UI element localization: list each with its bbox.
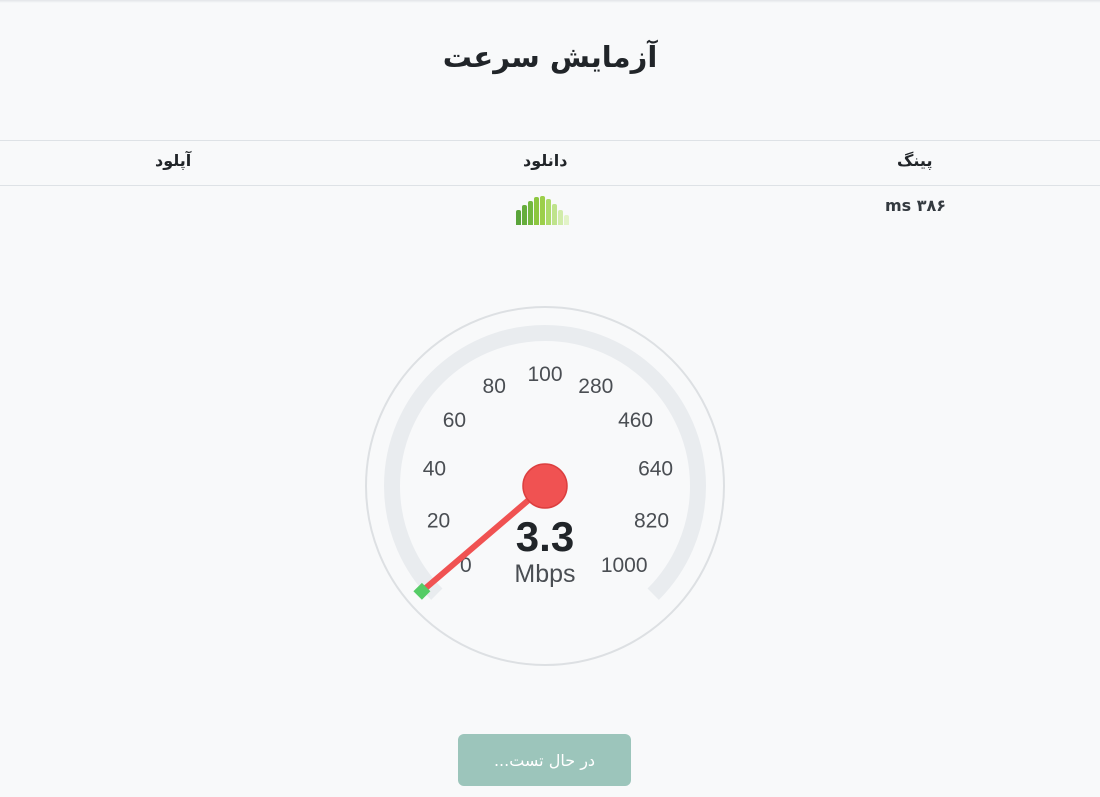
results-table: پینگ دانلود آپلود ms ۳۸۶ [0,140,1100,236]
gauge-tick-label: 820 [634,510,669,533]
download-activity-bar [558,210,563,225]
download-activity-bar [516,210,521,225]
testing-status-button[interactable]: در حال تست... [458,734,631,786]
gauge-needle-hub [522,463,568,509]
speed-gauge-dial: 0204060801002804606408201000 [365,306,725,666]
speed-value: 3.3 [515,513,575,560]
download-activity-bar [546,199,551,225]
speed-gauge: 0 20 40 60 80 100 280 460 640 820 1000 [365,306,725,666]
gauge-tick-label: 280 [578,375,613,398]
download-activity-indicator [516,196,574,225]
gauge-tick-label: 100 [527,363,562,386]
gauge-tick-label: 60 [443,409,466,432]
results-value-row: ms ۳۸۶ [0,186,1100,236]
download-activity-bar [564,215,569,225]
download-activity-bar [534,197,539,225]
gauge-tick-label: 80 [483,375,506,398]
page-title: آزمایش سرعت [442,40,658,74]
gauge-tick-label: 460 [618,409,653,432]
speed-unit: Mbps [514,560,576,588]
gauge-tick-label: 640 [638,458,673,481]
gauge-tick-label: 20 [427,510,450,533]
ping-label: پینگ [897,151,933,170]
download-activity-bar [552,204,557,225]
top-shadow [0,0,1100,3]
download-activity-bar [528,201,533,225]
ping-value: ms ۳۸۶ [885,196,947,215]
gauge-tick-label: 40 [423,458,446,481]
download-activity-bar [522,205,527,225]
download-activity-bar [540,196,545,225]
results-header-row: پینگ دانلود آپلود [0,140,1100,186]
download-label: دانلود [523,151,568,170]
upload-label: آپلود [155,151,192,170]
speed-test-page: آزمایش سرعت پینگ دانلود آپلود ms ۳۸۶ 0 20… [0,0,1100,797]
